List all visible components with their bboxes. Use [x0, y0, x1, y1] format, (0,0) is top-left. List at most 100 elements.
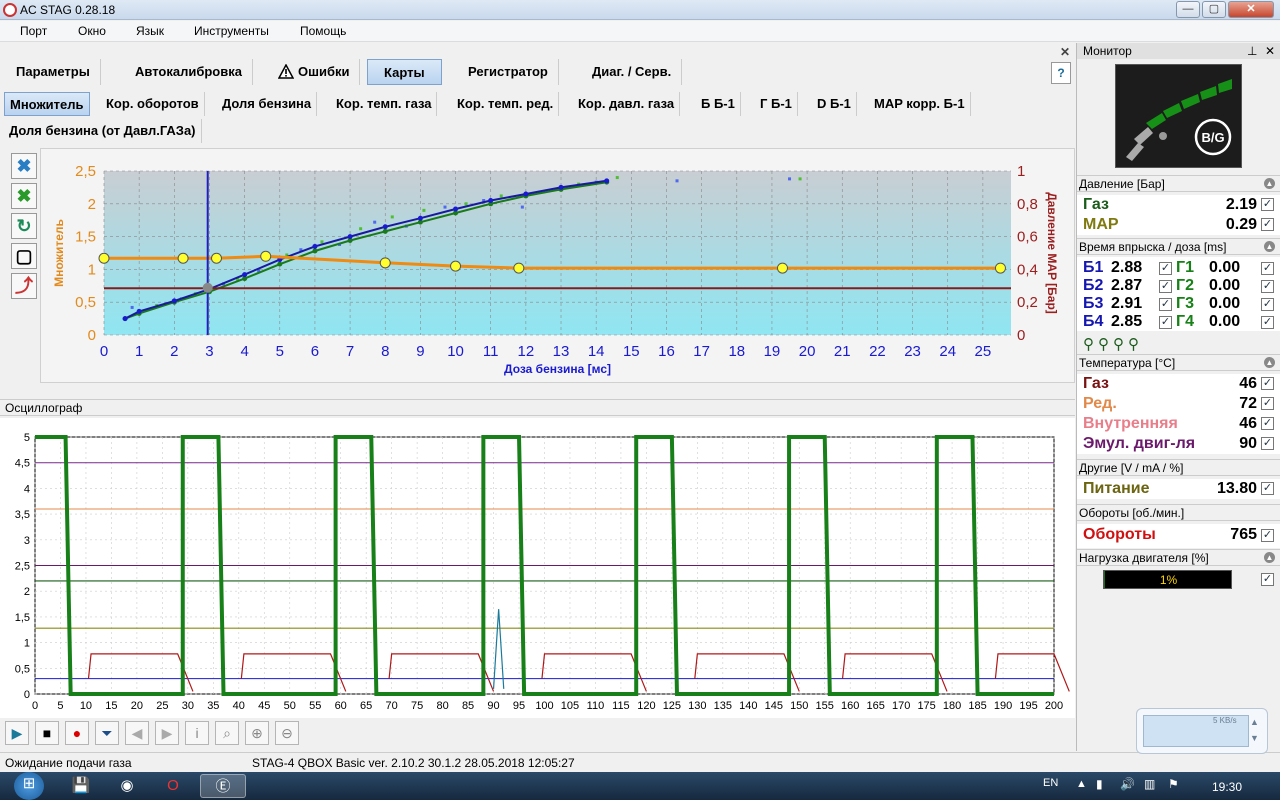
gas-pressure-checkbox[interactable]: ✓: [1261, 198, 1274, 211]
tab-errors[interactable]: Ошибки: [270, 59, 361, 85]
engine-load-bar: 1%: [1103, 570, 1232, 589]
subtab-multiplier[interactable]: Множитель: [4, 92, 90, 116]
tab-autocalibration[interactable]: Автокалибровка: [125, 59, 253, 85]
tab-parameters[interactable]: Параметры: [6, 59, 101, 85]
network-icon[interactable]: ▥: [1144, 777, 1155, 791]
maximize-button[interactable]: ▢: [1202, 1, 1226, 18]
tab-maps[interactable]: Карты: [367, 59, 442, 85]
accept-map-button[interactable]: ✖: [11, 183, 37, 209]
play-icon[interactable]: ▶: [5, 721, 29, 745]
taskbar-acstag-icon[interactable]: Ⓔ: [200, 774, 246, 798]
collapse-icon[interactable]: ▲: [1264, 552, 1275, 563]
pressure-section[interactable]: Давление [Бар] ▲: [1077, 175, 1280, 192]
refresh-button[interactable]: ↻: [11, 213, 37, 239]
engine-load-checkbox[interactable]: ✓: [1261, 573, 1274, 586]
subtab-gas-temp-corr[interactable]: Кор. темп. газа: [331, 92, 438, 116]
close-icon[interactable]: ✕: [1060, 45, 1070, 59]
gas-injector-value: 0.00: [1209, 277, 1241, 294]
prev-icon[interactable]: ◀: [125, 721, 149, 745]
temp-engine-emul-checkbox[interactable]: ✓: [1261, 437, 1274, 450]
clear-map-button[interactable]: ✖: [11, 153, 37, 179]
temp-reducer-checkbox[interactable]: ✓: [1261, 397, 1274, 410]
osc-x-tick-label: 85: [462, 700, 474, 712]
subtab-map-corr-b1[interactable]: MAP корр. Б-1: [869, 92, 971, 116]
oscilloscope-svg[interactable]: 0 5 10 15 20 25 30 35 40 45 50 55 60 65 70 75 80 85 90 95 10…: [0, 418, 1075, 718]
battery-icon[interactable]: ▮: [1096, 777, 1103, 791]
map-pressure-checkbox[interactable]: ✓: [1261, 218, 1274, 231]
taskbar-opera-icon[interactable]: O: [156, 774, 190, 798]
select-area-button[interactable]: ▢: [11, 243, 37, 269]
temperature-section[interactable]: Температура [°C] ▲: [1077, 354, 1280, 371]
gas-injector-checkbox[interactable]: ✓: [1261, 262, 1274, 275]
petrol-injector-value: 2.88: [1111, 259, 1143, 276]
minimize-button[interactable]: —: [1176, 1, 1200, 18]
other-section[interactable]: Другие [V / mA / %]: [1077, 459, 1280, 476]
action-center-icon[interactable]: ⚑: [1168, 777, 1179, 791]
zoom-out-icon[interactable]: ⊖: [275, 721, 299, 745]
down-icon[interactable]: ⏷: [95, 721, 119, 745]
clock[interactable]: 19:30: [1212, 780, 1242, 794]
gas-injector-checkbox[interactable]: ✓: [1261, 316, 1274, 329]
tray-expand-icon[interactable]: ▲: [1076, 778, 1087, 790]
menu-help[interactable]: Помощь: [300, 24, 346, 38]
collapse-icon[interactable]: ▲: [1264, 357, 1275, 368]
petrol-injector-checkbox[interactable]: ✓: [1159, 280, 1172, 293]
curve-tool-button[interactable]: ⤴: [11, 273, 37, 299]
subtab-rpm-corr[interactable]: Кор. оборотов: [101, 92, 205, 116]
injection-section[interactable]: Время впрыска / доза [ms] ▲: [1077, 238, 1280, 255]
zoom-in-icon[interactable]: ⊕: [245, 721, 269, 745]
taskbar-app-save-icon[interactable]: 💾: [64, 774, 98, 798]
osc-y-tick-label: 0,5: [15, 663, 30, 675]
subtab-d-b1[interactable]: D Б-1: [812, 92, 857, 116]
subtab-gas-pressure-corr[interactable]: Кор. давл. газа: [573, 92, 681, 116]
oscilloscope-chart[interactable]: 0 5 10 15 20 25 30 35 40 45 50 55 60 65 70 75 80 85 90 95 10…: [0, 418, 1075, 718]
petrol-injector-checkbox[interactable]: ✓: [1159, 262, 1172, 275]
close-window-button[interactable]: ✕: [1228, 1, 1274, 18]
osc-y-tick-label: 3,5: [15, 509, 30, 521]
tab-recorder[interactable]: Регистратор: [458, 59, 559, 85]
zoom-icon[interactable]: ⌕: [215, 721, 239, 745]
menu-port[interactable]: Порт: [20, 24, 47, 38]
gas-injector-label: Г1: [1176, 259, 1194, 276]
temp-internal-checkbox[interactable]: ✓: [1261, 417, 1274, 430]
subtab-petrol-share-gas-pressure[interactable]: Доля бензина (от Давл.ГАЗа): [4, 119, 202, 143]
info-icon[interactable]: i: [185, 721, 209, 745]
gas-injector-checkbox[interactable]: ✓: [1261, 280, 1274, 293]
taskbar-chrome-icon[interactable]: ◉: [110, 774, 144, 798]
subtab-b-b1[interactable]: Б Б-1: [696, 92, 741, 116]
petrol-injector-checkbox[interactable]: ✓: [1159, 316, 1172, 329]
next-icon[interactable]: ▶: [155, 721, 179, 745]
rpm-section[interactable]: Обороты [об./мин.]: [1077, 504, 1280, 521]
pin-icon[interactable]: ⊥: [1247, 44, 1257, 58]
subtab-petrol-share[interactable]: Доля бензина: [217, 92, 318, 116]
menu-tools[interactable]: Инструменты: [194, 24, 269, 38]
gas-injector-checkbox[interactable]: ✓: [1261, 298, 1274, 311]
multiplier-map-chart[interactable]: 0 1 2 3 4 5 6 7 8 9 10 11 12 13 14 15 16 17 18 19 20 21 22 23 24…: [40, 148, 1075, 383]
windows-start-icon[interactable]: ⊞: [14, 772, 44, 800]
menu-window[interactable]: Окно: [78, 24, 106, 38]
help-icon[interactable]: ?: [1051, 62, 1071, 84]
scroll-down-icon[interactable]: ▼: [1250, 733, 1259, 743]
scroll-up-icon[interactable]: ▲: [1250, 717, 1259, 727]
engine-load-section[interactable]: Нагрузка двигателя [%] ▲: [1077, 549, 1280, 566]
collapse-icon[interactable]: ▲: [1264, 178, 1275, 189]
subtab-g-b1[interactable]: Г Б-1: [755, 92, 798, 116]
supply-voltage-checkbox[interactable]: ✓: [1261, 482, 1274, 495]
volume-icon[interactable]: 🔊: [1120, 777, 1135, 791]
subtab-reducer-temp-corr[interactable]: Кор. темп. ред.: [452, 92, 560, 116]
temp-gas-checkbox[interactable]: ✓: [1261, 377, 1274, 390]
close-monitor-icon[interactable]: ✕: [1265, 44, 1275, 58]
osc-y-tick-label: 2,5: [15, 561, 30, 573]
petrol-injector-checkbox[interactable]: ✓: [1159, 298, 1172, 311]
rpm-checkbox[interactable]: ✓: [1261, 529, 1274, 542]
language-indicator[interactable]: EN: [1043, 777, 1058, 789]
tab-diag-service[interactable]: Диаг. / Серв.: [582, 59, 683, 85]
osc-x-tick-label: 170: [892, 700, 910, 712]
multiplier-map-svg[interactable]: 0 1 2 3 4 5 6 7 8 9 10 11 12 13 14 15 16 17 18 19 20 21 22 23 24…: [41, 149, 1076, 384]
blue-series-point: [523, 191, 529, 197]
stop-icon[interactable]: ■: [35, 721, 59, 745]
menu-language[interactable]: Язык: [136, 24, 164, 38]
record-icon[interactable]: ●: [65, 721, 89, 745]
collapse-icon[interactable]: ▲: [1264, 241, 1275, 252]
y-left-tick-label: 1,5: [75, 229, 96, 246]
